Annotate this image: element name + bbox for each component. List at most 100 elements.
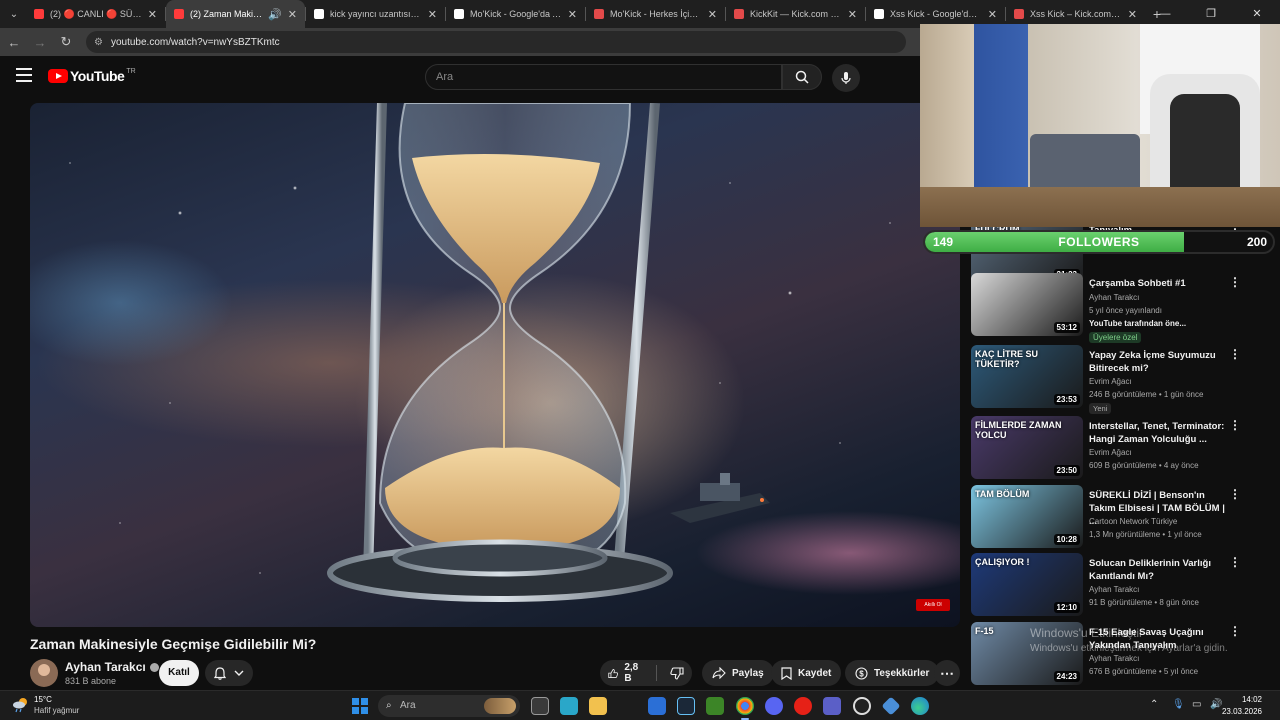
tab-favicon-icon <box>1014 9 1024 19</box>
recommended-video[interactable]: FİLMLERDE ZAMAN YOLCU 23:50 Interstellar, … <box>971 416 1266 480</box>
tab-title: Xss Kick – Kick.com Ekstr <box>1030 9 1122 19</box>
visual-studio-icon[interactable] <box>881 696 901 716</box>
recommended-channel-name[interactable]: Evrim Ağacı <box>1089 377 1132 386</box>
task-view-icon[interactable] <box>531 697 549 715</box>
video-thumbnail[interactable]: FİLMLERDE ZAMAN YOLCU 23:50 <box>971 416 1083 479</box>
browser-tab[interactable]: Mo'Kick - Google'da Ara ✕ <box>446 0 585 28</box>
edge-icon[interactable] <box>911 697 929 715</box>
address-bar[interactable]: ⚙ youtube.com/watch?v=nwYsBZTKmtc <box>86 31 906 53</box>
channel-name[interactable]: Ayhan Tarakcı <box>65 660 159 674</box>
recommended-video-title[interactable]: Yapay Zeka İçme Suyumuzu Bitirecek mi? <box>1089 349 1229 375</box>
taskbar-search-input[interactable]: ⌕ Ara <box>378 695 520 717</box>
youtube-play-icon <box>48 69 68 83</box>
voice-search-button[interactable] <box>832 64 860 92</box>
recommended-channel-name[interactable]: Cartoon Network Türkiye <box>1089 517 1177 526</box>
search-input[interactable]: Ara <box>425 64 782 90</box>
video-duration: 53:12 <box>1053 322 1080 333</box>
members-only-badge: Üyelere özel <box>1089 332 1142 343</box>
weather-rain-icon[interactable] <box>12 696 30 714</box>
spaceship-image <box>670 473 770 523</box>
video-thumbnail[interactable]: KAÇ LİTRE SU TÜKETİR? 23:53 <box>971 345 1083 408</box>
more-options-icon[interactable]: ⋮ <box>1229 488 1241 500</box>
more-options-icon[interactable]: ⋮ <box>1229 348 1241 360</box>
recommended-video[interactable]: 53:12 Çarşamba Sohbeti #1 Ayhan Tarakcı 5 y… <box>971 273 1266 343</box>
more-options-icon[interactable]: ⋮ <box>1229 276 1241 288</box>
notification-button[interactable] <box>205 660 253 686</box>
video-thumbnail[interactable]: TAM BÖLÜM 10:28 <box>971 485 1083 548</box>
video-thumbnail[interactable]: 53:12 <box>971 273 1083 336</box>
reload-icon[interactable]: ↻ <box>54 34 78 50</box>
more-options-icon[interactable]: ⋮ <box>1229 419 1241 431</box>
windows-start-icon[interactable] <box>352 698 368 714</box>
back-arrow-icon[interactable]: ← <box>2 35 26 50</box>
video-thumbnail[interactable]: ÇALIŞIYOR ! 12:10 <box>971 553 1083 616</box>
outlook-icon[interactable] <box>648 697 666 715</box>
chrome-icon[interactable] <box>736 697 754 720</box>
show-hidden-icons-icon[interactable]: ⌃ <box>1150 699 1158 710</box>
thumbnail-caption: TAM BÖLÜM <box>975 489 1030 499</box>
recommended-channel-name[interactable]: Evrim Ağacı <box>1089 448 1132 457</box>
tab-search-dropdown-icon[interactable]: ⌄ <box>2 2 26 26</box>
youtube-logo[interactable]: YouTube TR <box>48 68 136 84</box>
search-button[interactable] <box>782 64 822 90</box>
tab-title: Mo'Kick - Google'da Ara <box>470 9 562 19</box>
tab-close-icon[interactable]: ✕ <box>428 8 437 21</box>
thumbnail-caption: ÇALIŞIYOR ! <box>975 557 1030 567</box>
dislike-button[interactable] <box>662 660 692 686</box>
tab-close-icon[interactable]: ✕ <box>988 8 997 21</box>
widgets-app-icon[interactable] <box>560 697 578 715</box>
more-options-icon[interactable]: ⋮ <box>1229 556 1241 568</box>
logo-text: YouTube <box>70 68 125 84</box>
menu-icon[interactable] <box>16 68 32 82</box>
more-options-icon[interactable]: ⋮ <box>1229 625 1241 637</box>
recommended-video[interactable]: KAÇ LİTRE SU TÜKETİR? 23:53 Yapay Zeka İçm… <box>971 345 1266 414</box>
youtube-app-icon[interactable] <box>794 697 812 715</box>
recommended-video[interactable]: TAM BÖLÜM 10:28 SÜREKLİ DİZİ | Benson'ın T… <box>971 485 1266 549</box>
super-thanks-icon: $ <box>855 666 868 680</box>
recommended-video-title[interactable]: Çarşamba Sohbeti #1 <box>1089 277 1229 290</box>
forward-arrow-icon[interactable]: → <box>28 35 52 50</box>
video-player[interactable]: Akıllı Ol <box>30 103 960 627</box>
tab-close-icon[interactable]: ✕ <box>708 8 717 21</box>
microphone-tray-icon[interactable]: 🎙 <box>1172 699 1185 710</box>
tab-audio-icon[interactable]: 🔊 <box>268 8 282 21</box>
like-button[interactable]: 2,8 B <box>600 660 650 686</box>
volume-icon[interactable]: 🔊 <box>1210 699 1222 710</box>
minecraft-icon[interactable] <box>706 697 724 715</box>
thumbs-down-icon <box>670 666 684 680</box>
tab-close-icon[interactable]: ✕ <box>1128 8 1137 21</box>
thanks-button[interactable]: $ Teşekkürler <box>845 660 940 686</box>
share-button[interactable]: Paylaş <box>702 660 774 686</box>
site-info-icon[interactable]: ⚙ <box>94 37 103 48</box>
tab-close-icon[interactable]: ✕ <box>848 8 857 21</box>
tab-close-icon[interactable]: ✕ <box>568 8 577 21</box>
recommended-video-title[interactable]: Solucan Deliklerinin Varlığı Kanıtlandı … <box>1089 557 1229 583</box>
teams-icon[interactable] <box>823 697 841 715</box>
network-icon[interactable]: ▭ <box>1192 699 1201 710</box>
like-count: 2,8 B <box>624 662 639 684</box>
tab-close-icon[interactable]: ✕ <box>148 8 157 21</box>
system-clock[interactable]: 14:02 23.03.2026 <box>1222 694 1262 718</box>
recommended-channel-name[interactable]: Ayhan Tarakcı <box>1089 293 1139 302</box>
thumbnail-caption: F-15 <box>975 626 994 636</box>
obs-icon[interactable] <box>853 697 871 715</box>
more-actions-icon[interactable]: ⋯ <box>934 660 960 686</box>
browser-tab[interactable]: KickKit — Kick.com Gelişt ✕ <box>726 0 865 28</box>
browser-tab[interactable]: (2) Zaman Makinesiyle 🔊 ✕ <box>166 0 305 28</box>
browser-tab[interactable]: (2) 🔴 CANLI 🔴 SÜREKLİ ✕ <box>26 0 165 28</box>
join-button[interactable]: Katıl <box>159 660 199 686</box>
file-explorer-icon[interactable] <box>589 697 607 715</box>
recommended-video[interactable]: ÇALIŞIYOR ! 12:10 Solucan Deliklerinin Var… <box>971 553 1266 617</box>
recommended-video-title[interactable]: Interstellar, Tenet, Terminator: Hangi Z… <box>1089 420 1229 446</box>
channel-avatar[interactable] <box>30 659 58 687</box>
discord-icon[interactable] <box>765 697 783 715</box>
recommended-channel-name[interactable]: Ayhan Tarakcı <box>1089 585 1139 594</box>
thumbnail-caption: FİLMLERDE ZAMAN YOLCU <box>975 420 1062 440</box>
tab-close-icon[interactable]: ✕ <box>288 8 297 21</box>
browser-tab[interactable]: kick yayıncı uzantısı - Goo ✕ <box>306 0 445 28</box>
save-button[interactable]: Kaydet <box>771 660 842 686</box>
browser-tab[interactable]: Mo'Kick - Herkes İçin Dah ✕ <box>586 0 725 28</box>
subscriber-count: 831 B abone <box>65 676 117 686</box>
webcam-overlay <box>920 24 1280 227</box>
steam-icon[interactable] <box>677 697 695 715</box>
